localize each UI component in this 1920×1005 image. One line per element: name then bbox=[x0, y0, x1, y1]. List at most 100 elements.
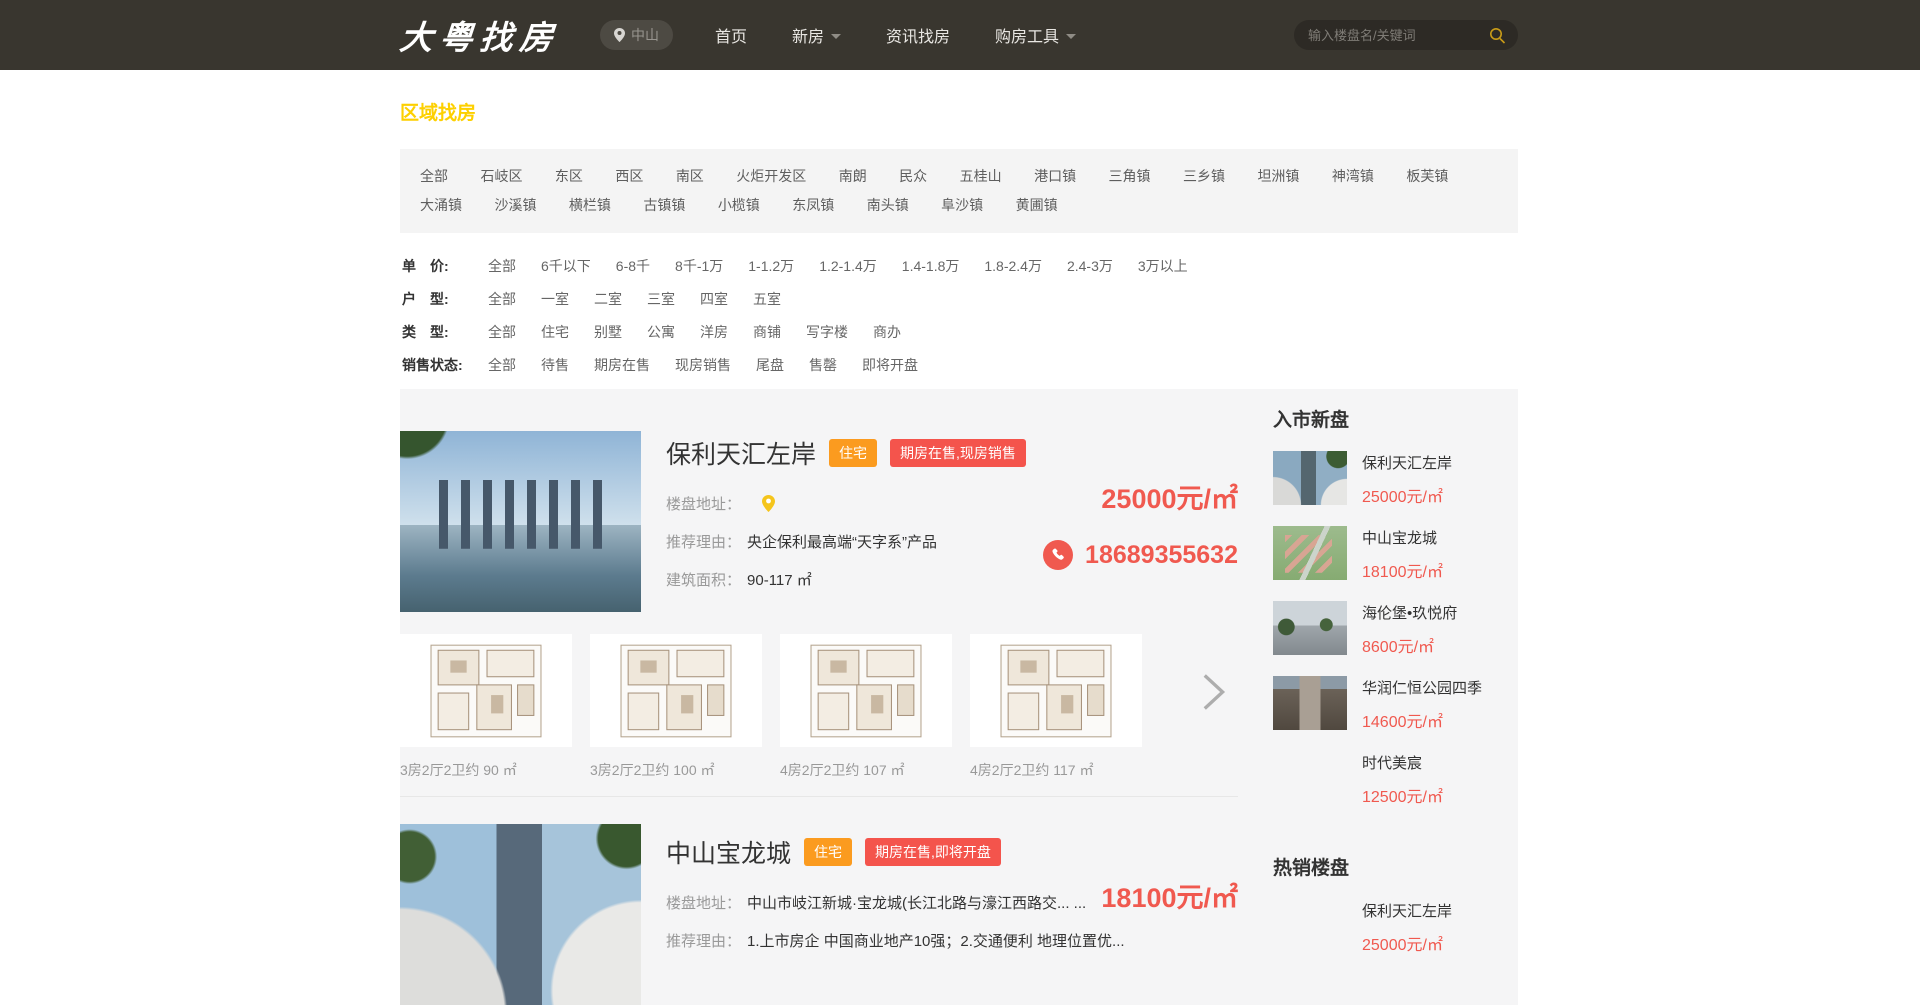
type-filter-option[interactable]: 住宅 bbox=[541, 324, 569, 340]
sidebar-listing-item[interactable]: 保利天汇左岸 25000元/㎡ bbox=[1273, 451, 1518, 507]
status-badge: 期房在售,现房销售 bbox=[890, 439, 1026, 467]
listing-area: 90-117 ㎡ bbox=[747, 569, 812, 590]
district-filter-link[interactable]: 三乡镇 bbox=[1183, 162, 1225, 190]
district-filter-link[interactable]: 古镇镇 bbox=[643, 191, 685, 219]
price-filter-option[interactable]: 全部 bbox=[488, 258, 516, 274]
price-filter-option[interactable]: 8千-1万 bbox=[675, 258, 723, 274]
sidebar-listing-photo bbox=[1273, 526, 1347, 580]
sidebar-listing-item[interactable]: 中山宝龙城 18100元/㎡ bbox=[1273, 526, 1518, 582]
type-filter-option[interactable]: 公寓 bbox=[647, 324, 675, 340]
district-filter-link[interactable]: 全部 bbox=[420, 162, 448, 190]
floorplan-item[interactable]: 3房2厅2卫约 90 ㎡ bbox=[400, 634, 572, 780]
district-filter-link[interactable]: 横栏镇 bbox=[569, 191, 611, 219]
sidebar-listing-item[interactable]: 时代美宸 12500元/㎡ bbox=[1273, 751, 1518, 807]
district-filter-link[interactable]: 三角镇 bbox=[1109, 162, 1151, 190]
type-filter-option[interactable]: 别墅 bbox=[594, 324, 622, 340]
status-filter-option[interactable]: 即将开盘 bbox=[862, 357, 918, 373]
sidebar-listing-photo bbox=[1273, 451, 1347, 505]
type-filter-option[interactable]: 写字楼 bbox=[806, 324, 848, 340]
search-input[interactable] bbox=[1306, 27, 1489, 44]
floorplan-image[interactable] bbox=[590, 634, 762, 747]
chevron-down-icon bbox=[831, 34, 841, 39]
price-filter-option[interactable]: 1.2-1.4万 bbox=[819, 258, 877, 274]
layout-filter-option[interactable]: 五室 bbox=[753, 291, 781, 307]
sidebar-listing-name[interactable]: 海伦堡•玖悦府 bbox=[1362, 602, 1457, 623]
district-filter-link[interactable]: 西区 bbox=[615, 162, 643, 190]
status-filter-option[interactable]: 尾盘 bbox=[756, 357, 784, 373]
status-filter-option[interactable]: 售罄 bbox=[809, 357, 837, 373]
district-filter-link[interactable]: 黄圃镇 bbox=[1016, 191, 1058, 219]
sidebar-listing-name[interactable]: 华润仁恒公园四季 bbox=[1362, 677, 1482, 698]
listing-reason: 1.上市房企 中国商业地产10强；2.交通便利 地理位置优... bbox=[747, 930, 1125, 951]
type-filter-option[interactable]: 商办 bbox=[873, 324, 901, 340]
layout-filter-option[interactable]: 三室 bbox=[647, 291, 675, 307]
district-filter-link[interactable]: 小榄镇 bbox=[718, 191, 760, 219]
sidebar-listing-item[interactable]: 海伦堡•玖悦府 8600元/㎡ bbox=[1273, 601, 1518, 657]
listing-title[interactable]: 保利天汇左岸 bbox=[666, 435, 816, 471]
district-filter-link[interactable]: 阜沙镇 bbox=[941, 191, 983, 219]
nav-home[interactable]: 首页 bbox=[715, 23, 747, 47]
district-filter-link[interactable]: 坦洲镇 bbox=[1257, 162, 1299, 190]
price-filter-option[interactable]: 1.4-1.8万 bbox=[902, 258, 960, 274]
type-filter-option[interactable]: 洋房 bbox=[700, 324, 728, 340]
status-filter-option[interactable]: 现房销售 bbox=[675, 357, 731, 373]
sidebar-listing-photo bbox=[1273, 676, 1347, 730]
sidebar-listing-name[interactable]: 保利天汇左岸 bbox=[1362, 452, 1452, 473]
district-filter-link[interactable]: 大涌镇 bbox=[420, 191, 462, 219]
district-filter-link[interactable]: 东凤镇 bbox=[792, 191, 834, 219]
price-filter-option[interactable]: 6-8千 bbox=[616, 258, 650, 274]
type-filter-option[interactable]: 全部 bbox=[488, 324, 516, 340]
listing-card: 中山宝龙城 住宅 期房在售,即将开盘 楼盘地址： 中山市岐江新城·宝龙城(长江北… bbox=[400, 824, 1238, 1005]
district-filter-link[interactable]: 港口镇 bbox=[1034, 162, 1076, 190]
district-filter-link[interactable]: 南朗 bbox=[839, 162, 867, 190]
type-filter-option[interactable]: 商铺 bbox=[753, 324, 781, 340]
nav-tools[interactable]: 购房工具 bbox=[995, 23, 1076, 47]
listing-photo[interactable] bbox=[400, 824, 641, 1005]
district-filter-link[interactable]: 南头镇 bbox=[867, 191, 909, 219]
district-filter-link[interactable]: 民众 bbox=[899, 162, 927, 190]
layout-filter-option[interactable]: 一室 bbox=[541, 291, 569, 307]
sidebar-listing-name[interactable]: 中山宝龙城 bbox=[1362, 527, 1443, 548]
floorplan-image[interactable] bbox=[780, 634, 952, 747]
layout-filter-option[interactable]: 二室 bbox=[594, 291, 622, 307]
district-filter-list: 全部 石岐区 东区 西区 南区 火炬开发区 南朗 民众 五桂山 港口镇 三角镇 … bbox=[400, 149, 1518, 233]
district-filter-link[interactable]: 东区 bbox=[555, 162, 583, 190]
status-filter-option[interactable]: 期房在售 bbox=[594, 357, 650, 373]
sidebar-listing-name[interactable]: 时代美宸 bbox=[1362, 752, 1443, 773]
district-filter-link[interactable]: 神湾镇 bbox=[1332, 162, 1374, 190]
price-filter-option[interactable]: 6千以下 bbox=[541, 258, 591, 274]
district-filter-link[interactable]: 南区 bbox=[676, 162, 704, 190]
next-arrow-icon[interactable] bbox=[1196, 670, 1230, 714]
sidebar-listing-item[interactable]: 保利天汇左岸 25000元/㎡ bbox=[1273, 899, 1518, 955]
floorplan-item[interactable]: 4房2厅2卫约 107 ㎡ bbox=[780, 634, 952, 780]
floorplan-image[interactable] bbox=[970, 634, 1142, 747]
listing-photo[interactable] bbox=[400, 431, 641, 612]
listing-title[interactable]: 中山宝龙城 bbox=[666, 834, 791, 870]
sidebar-listing-item[interactable]: 华润仁恒公园四季 14600元/㎡ bbox=[1273, 676, 1518, 732]
floorplan-image[interactable] bbox=[400, 634, 572, 747]
reason-label: 推荐理由： bbox=[666, 531, 741, 552]
price-filter-option[interactable]: 1-1.2万 bbox=[748, 258, 794, 274]
nav-news[interactable]: 资讯找房 bbox=[886, 23, 950, 47]
search-icon[interactable] bbox=[1489, 27, 1506, 44]
price-filter-option[interactable]: 2.4-3万 bbox=[1067, 258, 1113, 274]
layout-filter-option[interactable]: 全部 bbox=[488, 291, 516, 307]
district-filter-link[interactable]: 板芙镇 bbox=[1406, 162, 1448, 190]
price-filter-option[interactable]: 3万以上 bbox=[1138, 258, 1188, 274]
nav-new-homes[interactable]: 新房 bbox=[792, 23, 841, 47]
district-filter-link[interactable]: 火炬开发区 bbox=[736, 162, 806, 190]
listing-phone[interactable]: 18689355632 bbox=[1085, 541, 1238, 570]
sidebar-listing-name[interactable]: 保利天汇左岸 bbox=[1362, 900, 1452, 921]
layout-filter-option[interactable]: 四室 bbox=[700, 291, 728, 307]
price-filter-option[interactable]: 1.8-2.4万 bbox=[984, 258, 1042, 274]
floorplan-item[interactable]: 3房2厅2卫约 100 ㎡ bbox=[590, 634, 762, 780]
city-selector[interactable]: 中山 bbox=[600, 20, 673, 50]
district-filter-link[interactable]: 石岐区 bbox=[480, 162, 522, 190]
status-filter-option[interactable]: 待售 bbox=[541, 357, 569, 373]
status-filter-option[interactable]: 全部 bbox=[488, 357, 516, 373]
map-pin-icon[interactable] bbox=[761, 495, 776, 512]
district-filter-link[interactable]: 沙溪镇 bbox=[494, 191, 536, 219]
district-filter-link[interactable]: 五桂山 bbox=[960, 162, 1002, 190]
floorplan-item[interactable]: 4房2厅2卫约 117 ㎡ bbox=[970, 634, 1142, 780]
site-logo[interactable]: 大粤找房 bbox=[398, 11, 562, 59]
